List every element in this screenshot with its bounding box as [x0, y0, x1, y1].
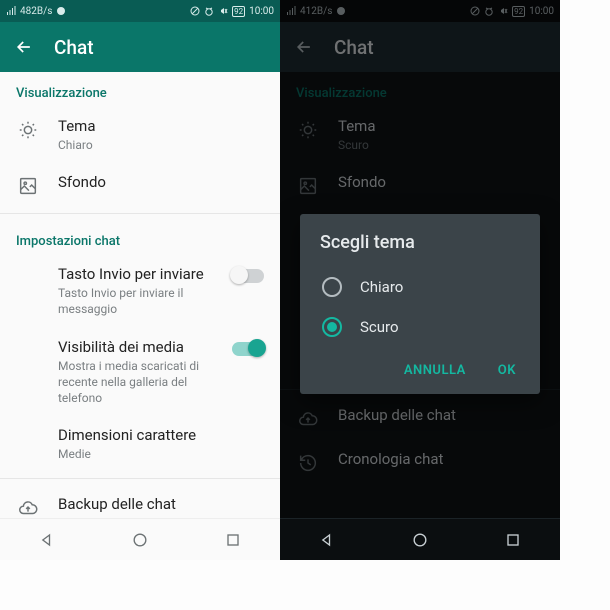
wallpaper-icon	[17, 175, 39, 197]
battery-icon: 92	[232, 6, 245, 17]
status-bar: 482B/s 92 10:00	[0, 0, 280, 22]
dnd-icon	[190, 6, 200, 16]
mute-icon	[218, 6, 228, 16]
backup-label: Backup delle chat	[58, 495, 264, 513]
theme-option-dark[interactable]: Scuro	[320, 307, 520, 347]
nav-recent-icon[interactable]	[223, 530, 243, 550]
font-size-label: Dimensioni carattere	[58, 426, 264, 444]
theme-option-light[interactable]: Chiaro	[320, 267, 520, 307]
row-theme[interactable]: Tema Chiaro	[0, 107, 280, 163]
row-font-size[interactable]: Dimensioni carattere Medie	[0, 416, 280, 472]
font-size-value: Medie	[58, 446, 264, 462]
media-vis-label: Visibilità dei media	[58, 338, 214, 356]
section-visualization: Visualizzazione	[0, 72, 280, 107]
media-vis-sub: Mostra i media scaricati di recente nell…	[58, 358, 214, 407]
signal-icon	[6, 6, 16, 16]
nav-bar	[280, 518, 560, 560]
theme-value: Chiaro	[58, 137, 264, 153]
nav-home-icon[interactable]	[130, 530, 150, 550]
theme-icon	[17, 119, 39, 141]
nav-bar	[0, 518, 280, 560]
radio-icon	[322, 277, 342, 297]
page-title: Chat	[54, 36, 94, 59]
bubble-icon	[56, 6, 66, 16]
theme-dialog: Scegli tema Chiaro Scuro ANNULLA OK	[300, 214, 540, 394]
nav-home-icon[interactable]	[410, 530, 430, 550]
cancel-button[interactable]: ANNULLA	[400, 357, 470, 384]
option-label: Scuro	[360, 318, 399, 336]
row-enter-send[interactable]: Tasto Invio per inviare Tasto Invio per …	[0, 255, 280, 327]
theme-label: Tema	[58, 117, 264, 135]
enter-send-toggle[interactable]	[232, 269, 264, 283]
divider	[0, 478, 280, 479]
back-icon[interactable]	[14, 37, 34, 57]
section-chat-settings: Impostazioni chat	[0, 220, 280, 255]
radio-icon	[322, 317, 342, 337]
option-label: Chiaro	[360, 278, 403, 296]
alarm-icon	[204, 6, 214, 16]
row-media-visibility[interactable]: Visibilità dei media Mostra i media scar…	[0, 328, 280, 417]
dialog-title: Scegli tema	[320, 232, 520, 253]
cloud-icon	[17, 497, 39, 519]
enter-send-label: Tasto Invio per inviare	[58, 265, 214, 283]
row-wallpaper[interactable]: Sfondo	[0, 163, 280, 207]
divider	[0, 213, 280, 214]
media-vis-toggle[interactable]	[232, 342, 264, 356]
nav-recent-icon[interactable]	[503, 530, 523, 550]
nav-back-icon[interactable]	[317, 530, 337, 550]
ok-button[interactable]: OK	[494, 357, 520, 384]
screen-dark: 412B/s 92 10:00 Chat Visualizzazione Tem…	[280, 0, 560, 560]
nav-back-icon[interactable]	[37, 530, 57, 550]
net-speed: 482B/s	[20, 6, 52, 17]
clock-text: 10:00	[249, 6, 274, 17]
wallpaper-label: Sfondo	[58, 173, 264, 191]
enter-send-sub: Tasto Invio per inviare il messaggio	[58, 285, 214, 317]
screen-light: 482B/s 92 10:00 Chat Visualizzazione Tem…	[0, 0, 280, 560]
app-header: Chat	[0, 22, 280, 72]
